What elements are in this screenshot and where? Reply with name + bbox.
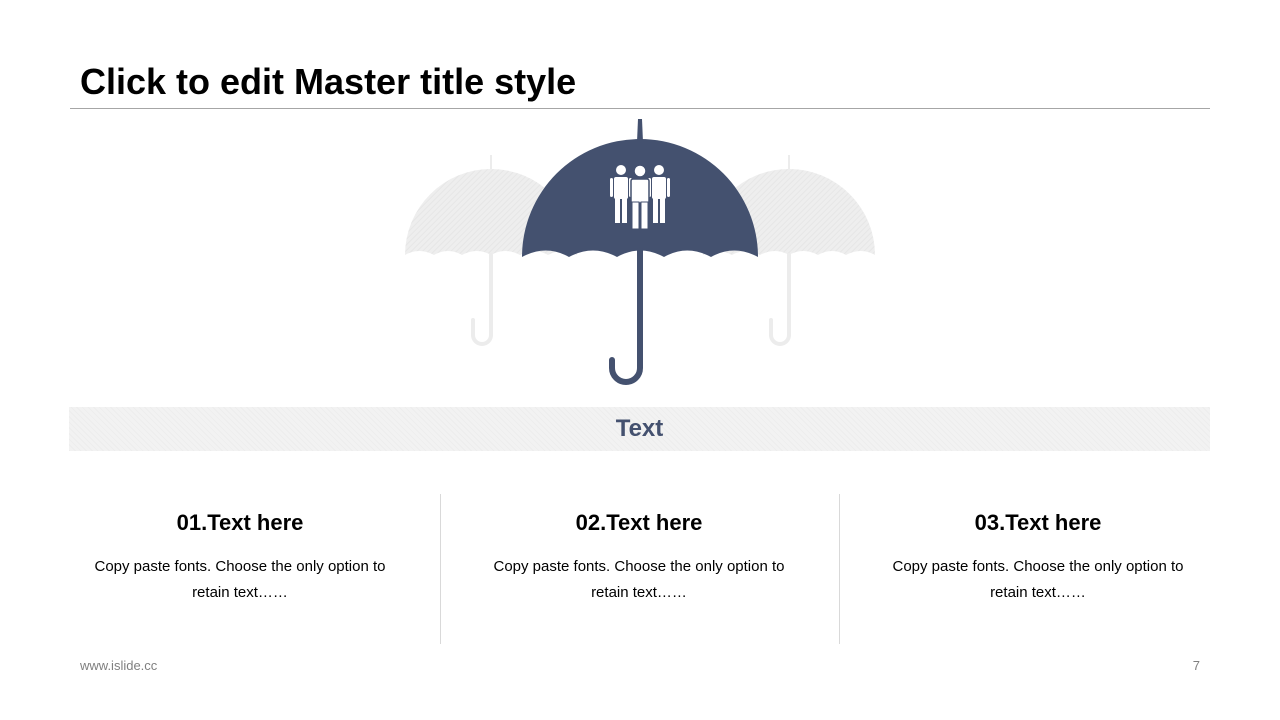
page-number: 7 (1192, 658, 1200, 673)
main-umbrella-icon (522, 119, 758, 385)
banner-label: Text (615, 415, 664, 442)
column-body: Copy paste fonts. Choose the only option… (493, 558, 785, 601)
column-body: Copy paste fonts. Choose the only option… (94, 558, 386, 601)
column-divider (839, 494, 840, 644)
column-body: Copy paste fonts. Choose the only option… (892, 558, 1184, 601)
umbrella-graphic (405, 119, 875, 385)
text-banner: Text (69, 407, 1210, 451)
column-divider (440, 494, 441, 644)
column-heading: 03.Text here (974, 510, 1102, 535)
title-divider (70, 108, 1210, 109)
slide-title: Click to edit Master title style (80, 61, 577, 102)
column-3: 03.Text here Copy paste fonts. Choose th… (853, 494, 1223, 644)
column-2: 02.Text here Copy paste fonts. Choose th… (454, 494, 824, 644)
column-heading: 01.Text here (176, 510, 304, 535)
footer-url: www.islide.cc (80, 658, 158, 673)
column-1: 01.Text here Copy paste fonts. Choose th… (55, 494, 425, 644)
column-heading: 02.Text here (575, 510, 703, 535)
